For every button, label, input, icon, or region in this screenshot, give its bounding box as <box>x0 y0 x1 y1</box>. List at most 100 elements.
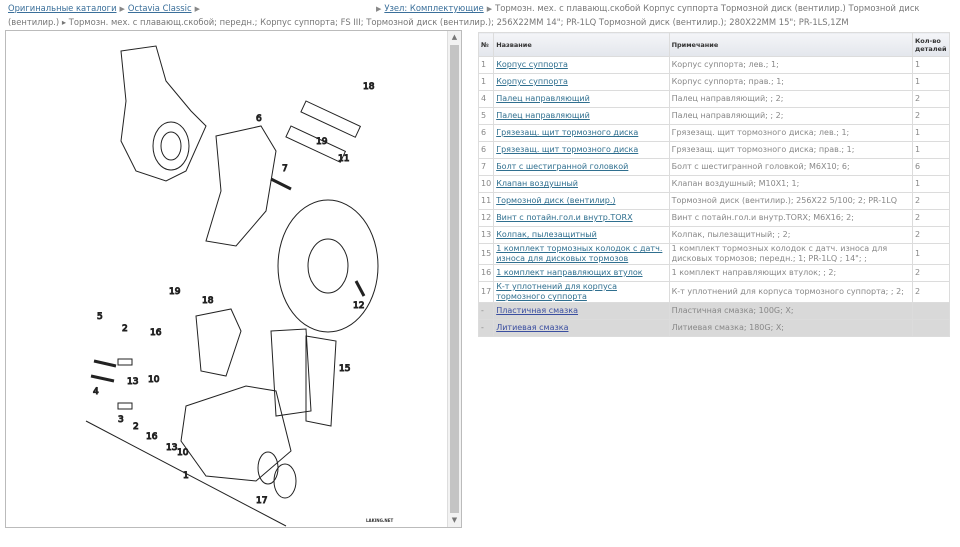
vertical-scrollbar[interactable]: ▲ ▼ <box>447 31 461 527</box>
col-header-number: № <box>477 32 495 57</box>
sleeve <box>117 358 133 366</box>
cell-name: К-т уплотнений для корпуса тормозного су… <box>493 281 670 303</box>
callout: 15 <box>339 364 350 374</box>
cell-note: Болт с шестигранной головкой; M6X10; 6; <box>668 158 913 176</box>
cell-number: 13 <box>477 226 495 244</box>
cell-name: Корпус суппорта <box>493 73 670 91</box>
part-link[interactable]: Клапан воздушный <box>496 179 578 188</box>
chevron-right-icon: ▶ <box>375 5 382 13</box>
hub-bore <box>152 121 190 171</box>
cell-name: Клапан воздушный <box>493 175 670 193</box>
table-row: 13 Колпак, пылезащитный Колпак, пылезащитн… <box>477 226 951 244</box>
cell-number: 1 <box>477 73 495 91</box>
cell-qty: 2 <box>911 226 951 244</box>
cell-note: К-т уплотнений для корпуса тормозного су… <box>668 281 913 303</box>
watermark: LAKING.NET <box>366 518 394 523</box>
chevron-right-icon: ▶ <box>194 5 200 13</box>
cell-number: 15 <box>477 243 495 265</box>
cell-note: Пластичная смазка; 100G; X; <box>668 302 913 320</box>
breadcrumb-node-link[interactable]: Узел: Комплектующие <box>384 3 483 13</box>
brake-pad <box>305 335 337 427</box>
callout: 18 <box>363 82 375 92</box>
table-row: 6 Грязезащ. щит тормозного диска Грязезащ.… <box>477 124 951 142</box>
cell-name: Пластичная смазка <box>493 302 670 320</box>
table-row: 5 Палец направляющий Палец направляющий; ;… <box>477 107 951 125</box>
part-link[interactable]: Болт с шестигранной головкой <box>496 162 628 171</box>
scroll-down-icon[interactable]: ▼ <box>448 514 461 527</box>
part-link[interactable]: Корпус суппорта <box>496 60 568 69</box>
dust-shield <box>205 125 277 247</box>
callout: 3 <box>118 415 124 425</box>
cell-note: Корпус суппорта; лев.; 1; <box>668 56 913 74</box>
cell-number: 1 <box>477 56 495 74</box>
cell-number: 12 <box>477 209 495 227</box>
part-link[interactable]: К-т уплотнений для корпуса тормозного су… <box>496 282 617 301</box>
callout: 16 <box>146 432 158 442</box>
callout: 19 <box>169 287 181 297</box>
cell-name: 1 комплект тормозных колодок с датч. изн… <box>493 243 670 265</box>
part-link[interactable]: 1 комплект направляющих втулок <box>496 268 642 277</box>
cell-note: Винт с потайн.гол.и внутр.TORX; M6X16; 2… <box>668 209 913 227</box>
hub-bore-inner <box>160 131 182 161</box>
cell-number: 5 <box>477 107 495 125</box>
breadcrumb-catalogs-link[interactable]: Оригинальные каталоги <box>8 3 117 13</box>
callout: 19 <box>316 137 328 147</box>
part-link[interactable]: Палец направляющий <box>496 111 590 120</box>
brake-pad <box>270 328 312 417</box>
callout: 1 <box>183 471 189 481</box>
scroll-up-icon[interactable]: ▲ <box>448 31 461 44</box>
parts-diagram: 18 19 6 7 11 12 19 18 5 2 16 15 13 10 4 … <box>85 45 379 527</box>
grease-tube <box>300 100 362 138</box>
cell-qty: 2 <box>911 192 951 210</box>
cell-note: Колпак, пылезащитный; ; 2; <box>668 226 913 244</box>
chevron-right-icon: ▶ <box>486 5 493 13</box>
cell-number: 16 <box>477 264 495 282</box>
part-link[interactable]: 1 комплект тормозных колодок с датч. изн… <box>496 244 662 263</box>
cell-number: - <box>477 319 495 337</box>
cell-note: 1 комплект тормозных колодок с датч. изн… <box>668 243 913 265</box>
table-row: 10 Клапан воздушный Клапан воздушный; M10X… <box>477 175 951 193</box>
part-link[interactable]: Корпус суппорта <box>496 77 568 86</box>
cell-qty: 2 <box>911 281 951 303</box>
cell-number: 7 <box>477 158 495 176</box>
part-link[interactable]: Грязезащ. щит тормозного диска <box>496 128 638 137</box>
callout: 10 <box>177 448 189 458</box>
part-link[interactable]: Колпак, пылезащитный <box>496 230 597 239</box>
cell-note: Грязезащ. щит тормозного диска; лев.; 1; <box>668 124 913 142</box>
guide-pin <box>93 359 117 368</box>
cell-note: Грязезащ. щит тормозного диска; прав.; 1… <box>668 141 913 159</box>
brake-disc-hub <box>307 238 349 294</box>
cell-qty: 6 <box>911 158 951 176</box>
part-link[interactable]: Палец направляющий <box>496 94 590 103</box>
cell-note: Литиевая смазка; 180G; X; <box>668 319 913 337</box>
callout: 17 <box>256 496 267 506</box>
cell-number: 17 <box>477 281 495 303</box>
cell-number: 11 <box>477 192 495 210</box>
table-row: - Литиевая смазка Литиевая смазка; 180G; X… <box>477 319 951 337</box>
cell-note: Палец направляющий; ; 2; <box>668 90 913 108</box>
cell-qty: 1 <box>911 73 951 91</box>
table-row: 6 Грязезащ. щит тормозного диска Грязезащ.… <box>477 141 951 159</box>
scrollbar-thumb[interactable] <box>450 45 459 513</box>
parts-table: № Название Примечание Кол-во деталей 1 Ко… <box>477 32 951 337</box>
cell-number: 6 <box>477 124 495 142</box>
part-link[interactable]: Пластичная смазка <box>496 306 578 315</box>
table-row: 16 1 комплект направляющих втулок 1 компле… <box>477 264 951 282</box>
part-link[interactable]: Литиевая смазка <box>496 323 568 332</box>
cell-name: Палец направляющий <box>493 107 670 125</box>
table-row: 11 Тормозной диск (вентилир.) Тормозной ди… <box>477 192 951 210</box>
cell-name: Литиевая смазка <box>493 319 670 337</box>
part-link[interactable]: Винт с потайн.гол.и внутр.TORX <box>496 213 632 222</box>
cell-qty: 2 <box>911 209 951 227</box>
callout: 10 <box>148 375 160 385</box>
cell-qty: 2 <box>911 90 951 108</box>
part-link[interactable]: Грязезащ. щит тормозного диска <box>496 145 638 154</box>
cell-qty: 1 <box>911 243 951 265</box>
cell-qty <box>911 302 951 320</box>
part-link[interactable]: Тормозной диск (вентилир.) <box>496 196 615 205</box>
callout: 2 <box>122 324 128 334</box>
callout: 12 <box>353 301 364 311</box>
cell-name: Болт с шестигранной головкой <box>493 158 670 176</box>
table-row: - Пластичная смазка Пластичная смазка; 100… <box>477 302 951 320</box>
breadcrumb-model-link[interactable]: Octavia Classic <box>128 3 192 13</box>
